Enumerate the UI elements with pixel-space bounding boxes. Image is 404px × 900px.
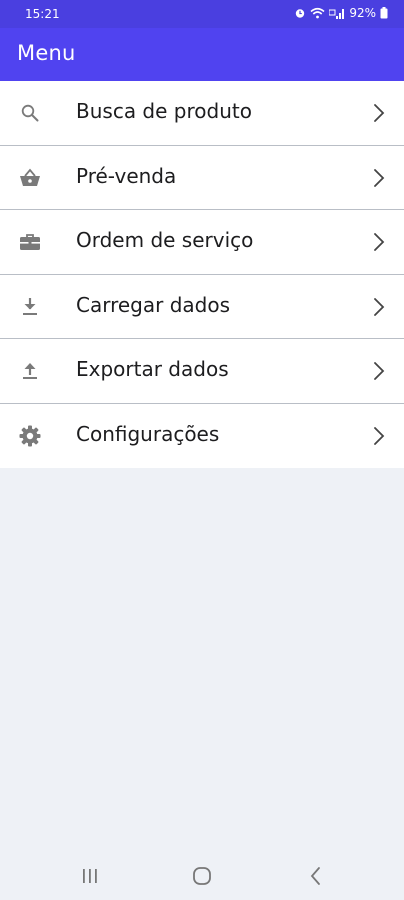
menu-item-pre-venda[interactable]: Pré-venda	[0, 145, 404, 210]
menu-item-label: Busca de produto	[76, 99, 252, 123]
status-time: 15:21	[25, 7, 60, 21]
menu-list: Busca de produto Pré-venda Ordem de serv…	[0, 81, 404, 468]
chevron-right-icon	[374, 297, 385, 316]
battery-icon	[380, 7, 388, 19]
home-icon[interactable]	[189, 863, 215, 889]
menu-item-label: Carregar dados	[76, 292, 231, 317]
back-icon[interactable]	[303, 863, 329, 889]
menu-item-label: Configurações	[76, 421, 220, 446]
wifi-icon	[310, 7, 325, 19]
chevron-right-icon	[374, 426, 385, 445]
system-nav-bar	[0, 850, 404, 900]
signal-icon	[329, 9, 345, 19]
gear-icon	[19, 425, 41, 446]
chevron-right-icon	[374, 233, 385, 251]
battery-percent: 92%	[349, 6, 376, 20]
basket-icon	[20, 168, 40, 186]
recent-apps-icon[interactable]	[77, 863, 103, 889]
status-icons: 92%	[294, 6, 388, 20]
chevron-right-icon	[374, 362, 385, 380]
app-bar: Menu	[0, 28, 404, 81]
page-title: Menu	[17, 41, 76, 65]
menu-item-busca-de-produto[interactable]: Busca de produto	[0, 81, 404, 146]
upload-icon	[23, 363, 37, 379]
chevron-right-icon	[374, 168, 385, 187]
search-icon	[21, 104, 39, 122]
menu-item-exportar-dados[interactable]: Exportar dados	[0, 339, 404, 404]
chevron-right-icon	[374, 104, 385, 122]
alarm-icon	[296, 9, 305, 18]
status-bar: 15:21 92%	[0, 0, 404, 28]
menu-item-ordem-de-servico[interactable]: Ordem de serviço	[0, 210, 404, 275]
download-icon	[23, 297, 37, 315]
menu-item-label: Pré-venda	[76, 163, 177, 188]
menu-item-carregar-dados[interactable]: Carregar dados	[0, 274, 404, 339]
menu-item-configuracoes[interactable]: Configurações	[0, 403, 404, 468]
menu-item-label: Ordem de serviço	[76, 228, 254, 252]
toolbox-icon	[20, 234, 40, 250]
menu-item-label: Exportar dados	[76, 357, 229, 381]
